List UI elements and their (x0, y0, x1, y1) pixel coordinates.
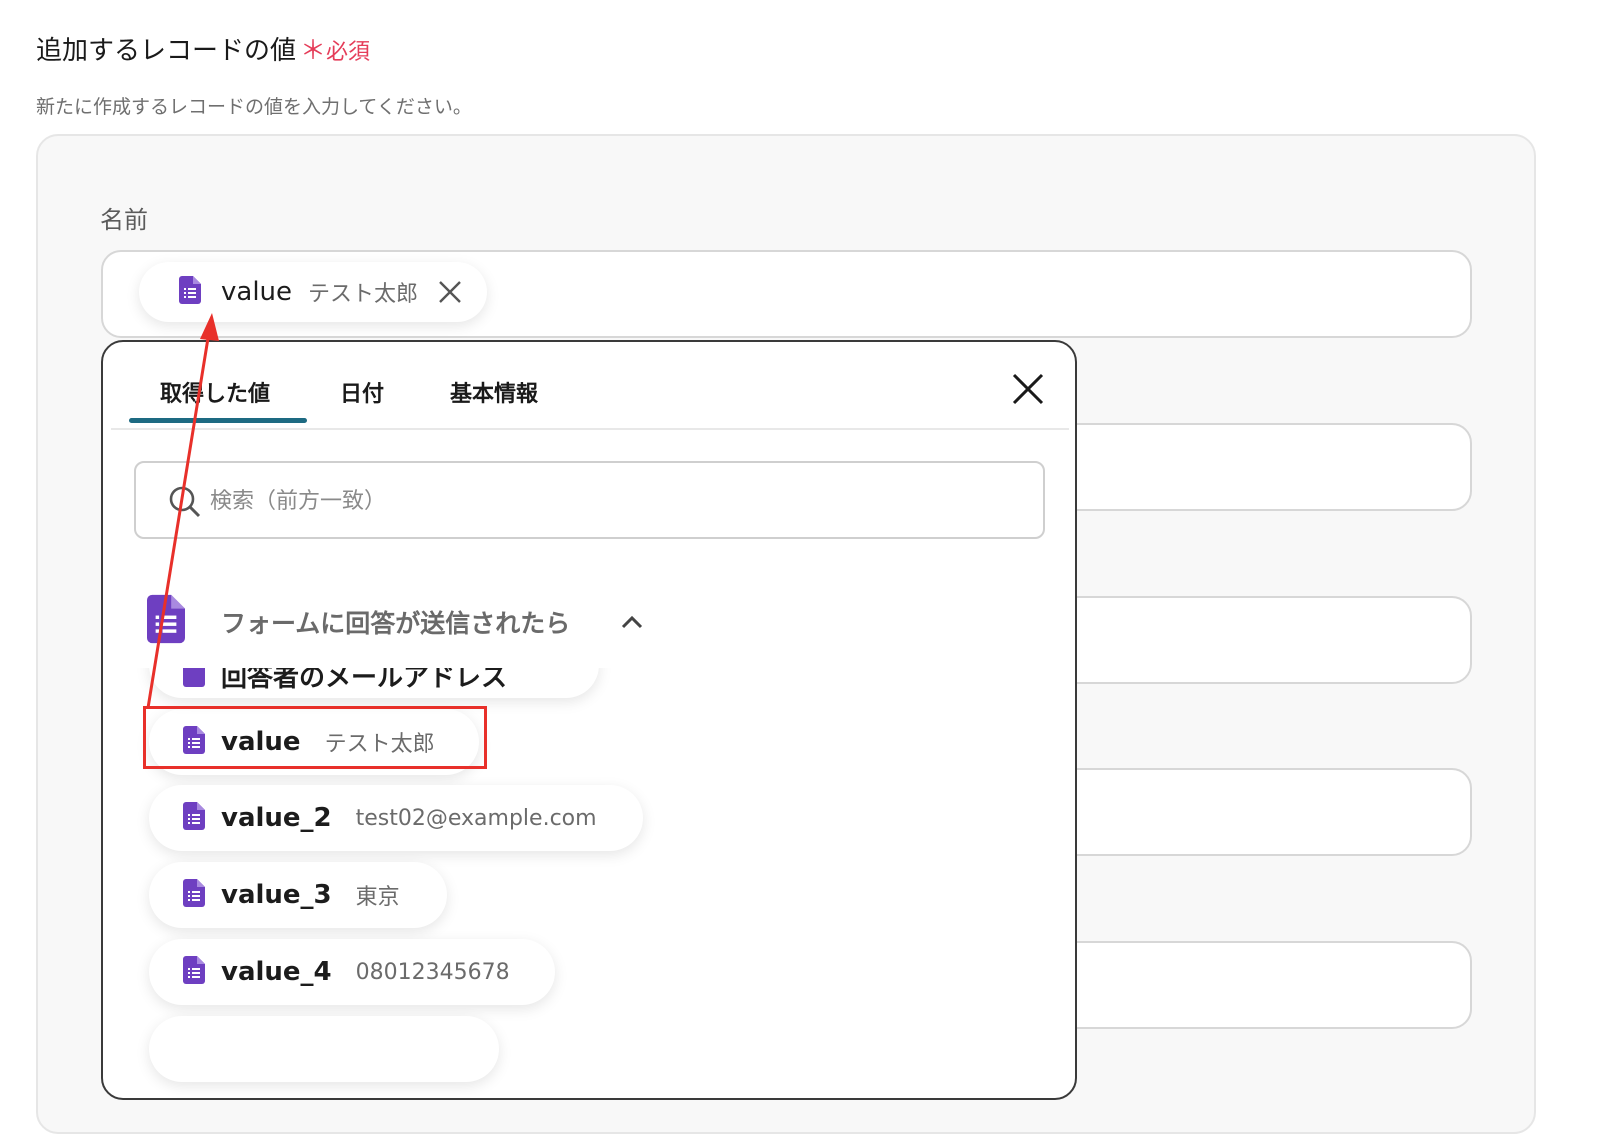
form-trigger-group-header[interactable]: フォームに回答が送信されたら (133, 588, 673, 668)
list-item-value-4[interactable]: value_4 08012345678 (149, 939, 555, 1005)
item-key: value_3 (221, 880, 332, 910)
tab-basic-info[interactable]: 基本情報 (450, 376, 538, 408)
item-value: test02@example.com (355, 805, 597, 831)
tab-date[interactable]: 日付 (340, 376, 384, 408)
name-field-label: 名前 (100, 206, 148, 234)
list-item-value-3[interactable]: value_3 東京 (149, 862, 447, 928)
google-forms-icon (183, 802, 205, 834)
google-forms-icon (179, 276, 201, 308)
chevron-up-icon (621, 614, 643, 633)
item-value: 東京 (355, 885, 400, 910)
tab-acquired-values[interactable]: 取得した値 (160, 376, 270, 408)
search-input[interactable] (208, 479, 1012, 523)
chip-key: value (221, 277, 293, 307)
list-item[interactable] (149, 1016, 499, 1082)
annotation-highlight-box (143, 706, 487, 769)
active-tab-indicator (129, 418, 307, 423)
group-title: フォームに回答が送信されたら (221, 609, 571, 638)
close-icon[interactable] (1011, 372, 1045, 410)
section-title-text: 追加するレコードの値 (36, 36, 297, 66)
name-value-chip[interactable]: value テスト太郎 (139, 262, 487, 322)
google-forms-icon (147, 594, 185, 648)
item-value: 08012345678 (355, 959, 510, 985)
search-icon (168, 485, 202, 523)
required-star: ＊ (300, 36, 327, 66)
section-description: 新たに作成するレコードの値を入力してください。 (36, 96, 472, 118)
search-box (134, 461, 1045, 539)
google-forms-icon (183, 879, 205, 911)
list-item-value-2[interactable]: value_2 test02@example.com (149, 785, 643, 851)
chip-remove-close-icon[interactable] (438, 280, 462, 304)
section-title: 追加するレコードの値 ＊必須 (36, 30, 370, 67)
required-label: 必須 (326, 40, 371, 65)
item-key: value_2 (221, 803, 332, 833)
item-key: value_4 (221, 957, 332, 987)
google-forms-icon (183, 956, 205, 988)
required-mark: ＊必須 (300, 36, 371, 66)
tab-divider (111, 428, 1069, 430)
chip-value: テスト太郎 (308, 282, 419, 307)
